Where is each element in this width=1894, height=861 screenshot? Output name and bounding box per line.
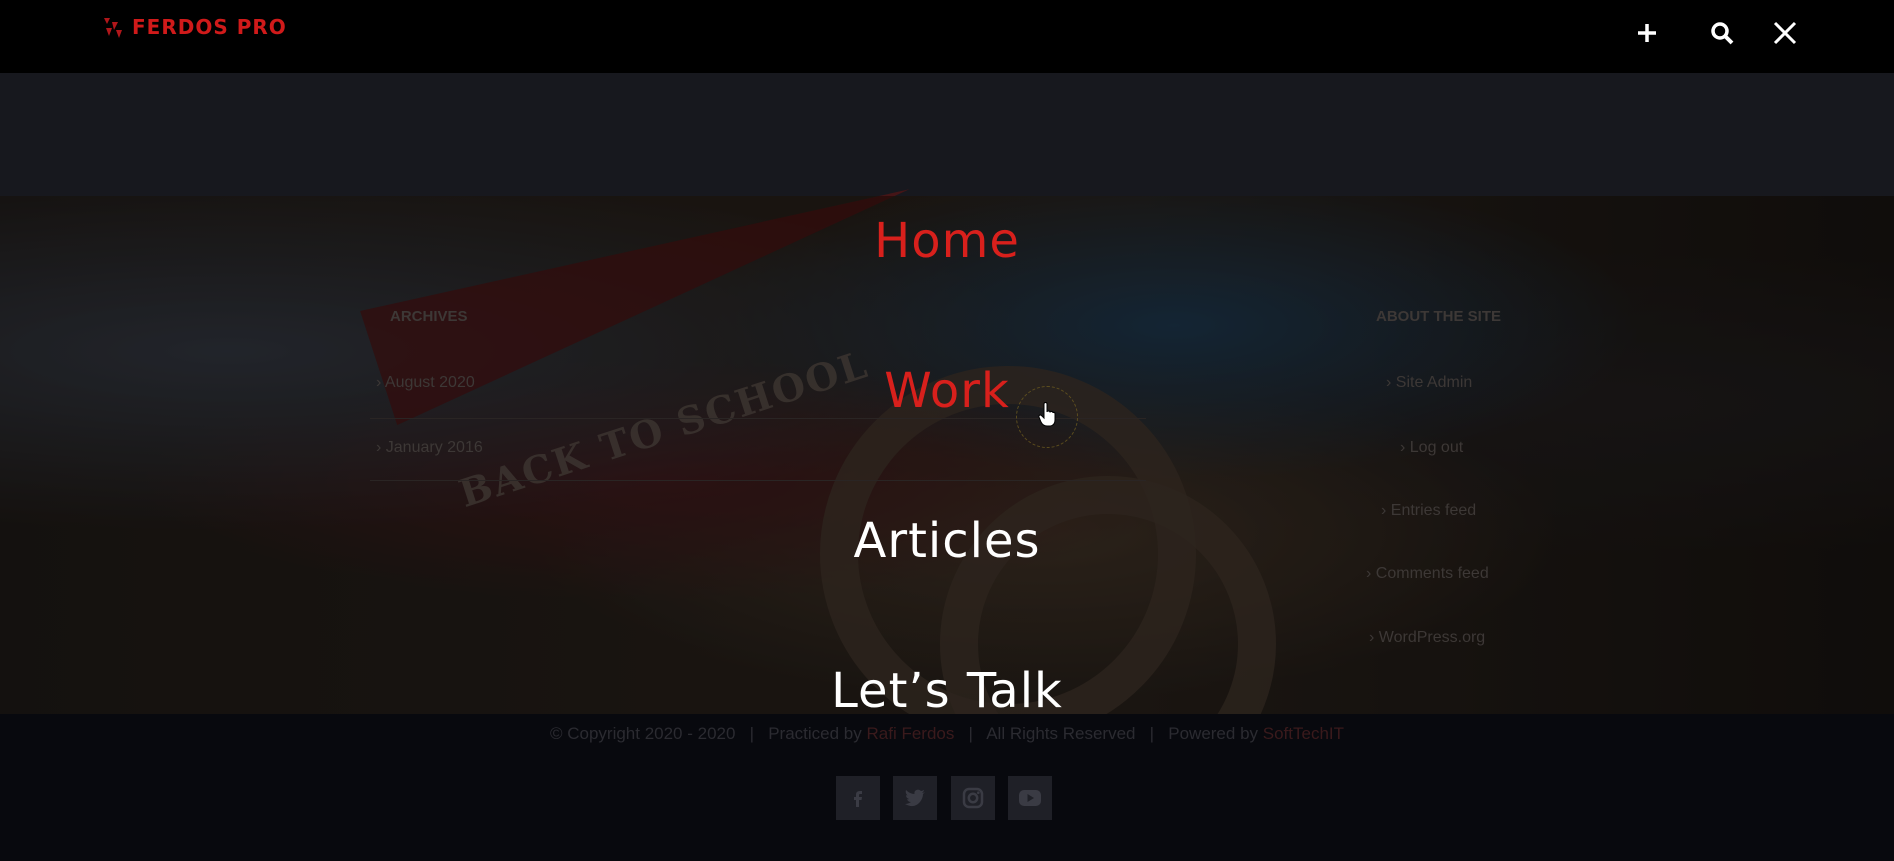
- site-logo[interactable]: FERDOS PRO: [100, 14, 287, 40]
- top-header: FERDOS PRO: [0, 0, 1894, 73]
- menu-item-work[interactable]: Work: [0, 363, 1894, 419]
- instagram-icon[interactable]: [951, 776, 995, 820]
- divider: [370, 480, 1146, 481]
- facebook-icon[interactable]: [836, 776, 880, 820]
- copyright-line: © Copyright 2020 - 2020 | Practiced by R…: [549, 724, 1345, 743]
- hero-shade: [0, 196, 1894, 714]
- hero-background-image: BACK TO SCHOOL ARCHIVES August 2020 Janu…: [0, 196, 1894, 812]
- meta-link-label: Log out: [1400, 439, 1463, 457]
- copyright-text: © Copyright 2020 - 2020: [549, 724, 736, 743]
- rights-text: All Rights Reserved: [986, 724, 1136, 743]
- twitter-icon[interactable]: [893, 776, 937, 820]
- logo-mark-icon: [104, 18, 122, 38]
- youtube-icon[interactable]: [1008, 776, 1052, 820]
- powered-by-link[interactable]: SoftTechIT: [1263, 724, 1344, 743]
- menu-item-articles[interactable]: Articles: [0, 513, 1894, 569]
- site-footer: © Copyright 2020 - 2020 | Practiced by R…: [0, 714, 1894, 861]
- logo-text: FERDOS PRO: [132, 15, 287, 39]
- powered-by-label: Powered by: [1168, 724, 1259, 743]
- archives-heading: ARCHIVES: [390, 308, 468, 325]
- meta-heading: ABOUT THE SITE: [1376, 308, 1502, 325]
- author-link[interactable]: Rafi Ferdos: [867, 724, 955, 743]
- menu-item-lets-talk[interactable]: Let’s Talk: [0, 663, 1894, 719]
- practiced-by-label: Practiced by: [768, 724, 862, 743]
- search-icon[interactable]: [1707, 18, 1737, 48]
- meta-link-label: WordPress.org: [1369, 629, 1485, 647]
- meta-widget: ABOUT THE SITE: [1376, 308, 1501, 325]
- archive-link-label: January 2016: [376, 439, 483, 457]
- plus-icon[interactable]: [1632, 18, 1662, 48]
- page-header-band: [0, 73, 1894, 196]
- hand-cursor-icon: [1038, 402, 1056, 427]
- archives-widget: ARCHIVES: [390, 308, 468, 325]
- menu-item-home[interactable]: Home: [0, 213, 1894, 269]
- close-icon[interactable]: [1770, 18, 1800, 48]
